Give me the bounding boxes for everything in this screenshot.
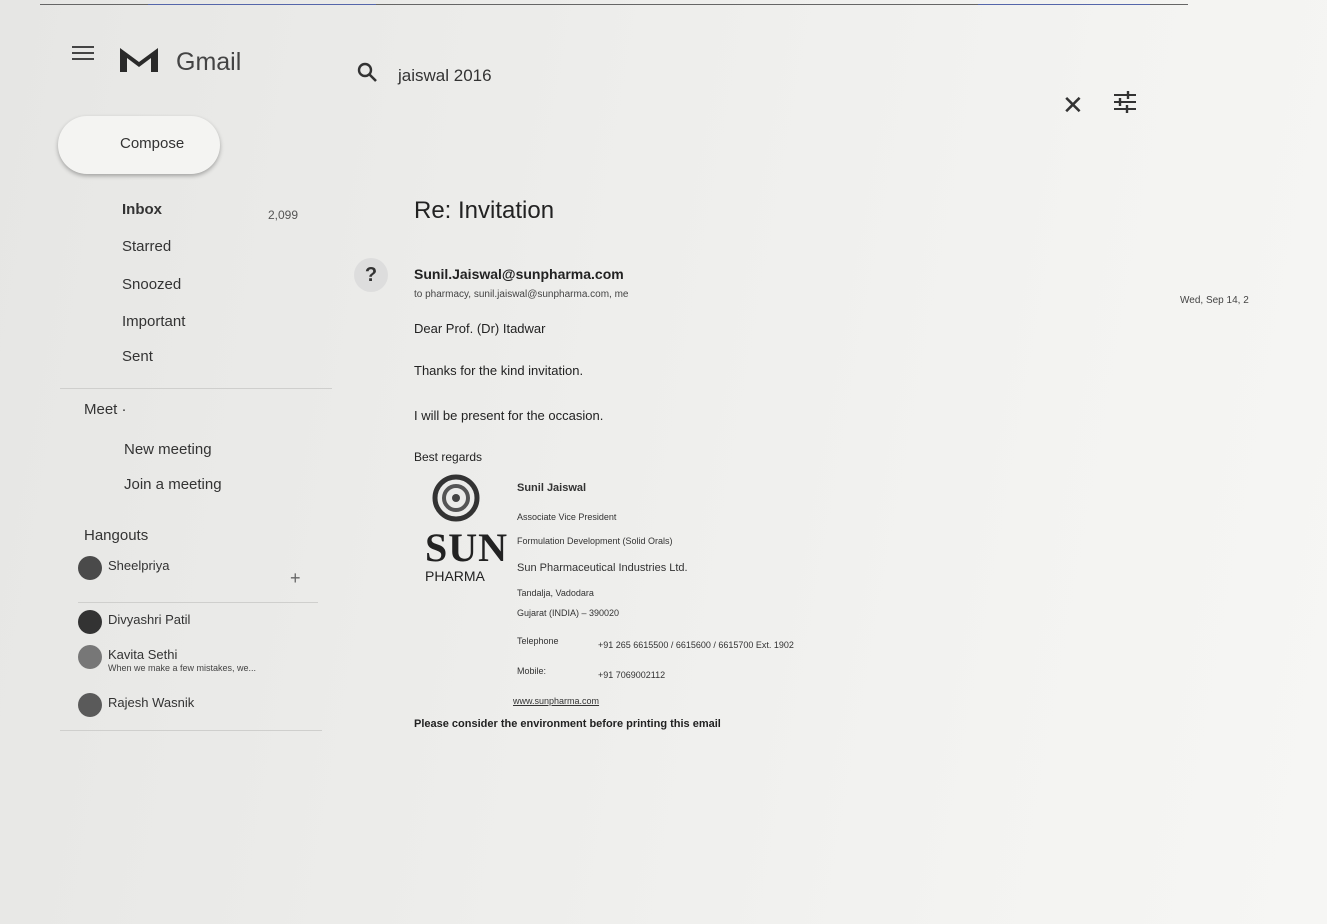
avatar (78, 645, 102, 669)
signature-title: Associate Vice President (517, 512, 617, 522)
sidebar-item-sent[interactable]: Sent (122, 348, 153, 365)
logo-pharma-text: PHARMA (425, 568, 485, 584)
recipients[interactable]: to pharmacy, sunil.jaiswal@sunpharma.com… (414, 289, 629, 300)
telephone-value: +91 265 6615500 / 6615600 / 6615700 Ext.… (598, 640, 794, 650)
contact-name: Divyashri Patil (108, 612, 191, 627)
mobile-label: Mobile: (517, 666, 547, 676)
sidebar-item-snoozed[interactable]: Snoozed (122, 276, 181, 293)
hangout-contact[interactable]: Sheelpriya (78, 556, 278, 582)
email-greeting: Dear Prof. (Dr) Itadwar (414, 321, 546, 336)
website-link[interactable]: www.sunpharma.com (513, 696, 599, 706)
new-meeting-link[interactable]: New meeting (124, 441, 212, 458)
compose-label: Compose (120, 135, 185, 152)
signature-dept: Formulation Development (Solid Orals) (517, 536, 673, 546)
sidebar-item-starred[interactable]: Starred (122, 238, 171, 255)
search-options-icon[interactable] (1112, 90, 1138, 114)
compose-button[interactable]: Compose (58, 116, 220, 174)
avatar (78, 610, 102, 634)
inbox-count: 2,099 (268, 208, 299, 222)
hangouts-bottom-divider (60, 730, 322, 731)
hangout-contact[interactable]: Kavita Sethi When we make a few mistakes… (78, 645, 318, 679)
hangout-contact[interactable]: Rajesh Wasnik (78, 693, 278, 719)
sender-avatar[interactable]: ? (354, 258, 388, 292)
telephone-label: Telephone (517, 636, 559, 646)
join-meeting-link[interactable]: Join a meeting (124, 476, 222, 493)
search-input[interactable]: jaiswal 2016 (398, 66, 492, 86)
email-footer: Please consider the environment before p… (414, 718, 721, 730)
meet-heading: Meet · (84, 401, 127, 418)
signature-company: Sun Pharmaceutical Industries Ltd. (517, 562, 688, 574)
sidebar-item-important[interactable]: Important (122, 313, 185, 330)
hangouts-divider (78, 602, 318, 603)
hangout-contact[interactable]: Divyashri Patil (78, 610, 278, 636)
email-subject: Re: Invitation (414, 197, 555, 224)
signature-name: Sunil Jaiswal (517, 482, 587, 494)
mobile-value: +91 7069002112 (598, 670, 666, 680)
email-date: Wed, Sep 14, 2 (1180, 295, 1249, 306)
sidebar-divider (60, 388, 332, 389)
avatar (78, 556, 102, 580)
page-top-rule (40, 0, 1188, 5)
main-menu-icon[interactable] (72, 46, 94, 60)
logo-sun-text: SUN (425, 525, 509, 570)
sidebar-item-inbox[interactable]: Inbox (122, 201, 162, 218)
email-closing: Best regards (414, 450, 483, 464)
signature-address2: Gujarat (INDIA) – 390020 (517, 608, 620, 618)
hangouts-heading: Hangouts (84, 527, 149, 544)
contact-name: Rajesh Wasnik (108, 695, 195, 710)
top-link-right[interactable] (978, 0, 1150, 5)
sun-pharma-logo-icon (432, 474, 480, 522)
avatar (78, 693, 102, 717)
top-link-left[interactable] (148, 0, 376, 5)
gmail-logo-icon (120, 48, 158, 72)
email-line-1: Thanks for the kind invitation. (414, 363, 584, 378)
app-title: Gmail (176, 48, 242, 76)
signature-address1: Tandalja, Vadodara (517, 588, 594, 598)
clear-search-icon[interactable]: ✕ (1062, 90, 1084, 121)
search-icon[interactable] (355, 60, 379, 84)
email-line-2: I will be present for the occasion. (414, 408, 604, 423)
contact-name: Kavita Sethi (108, 647, 178, 662)
sender-email[interactable]: Sunil.Jaiswal@sunpharma.com (414, 266, 624, 282)
contact-status: When we make a few mistakes, we... (108, 663, 257, 673)
add-contact-icon[interactable]: + (290, 568, 301, 589)
contact-name: Sheelpriya (108, 558, 170, 573)
